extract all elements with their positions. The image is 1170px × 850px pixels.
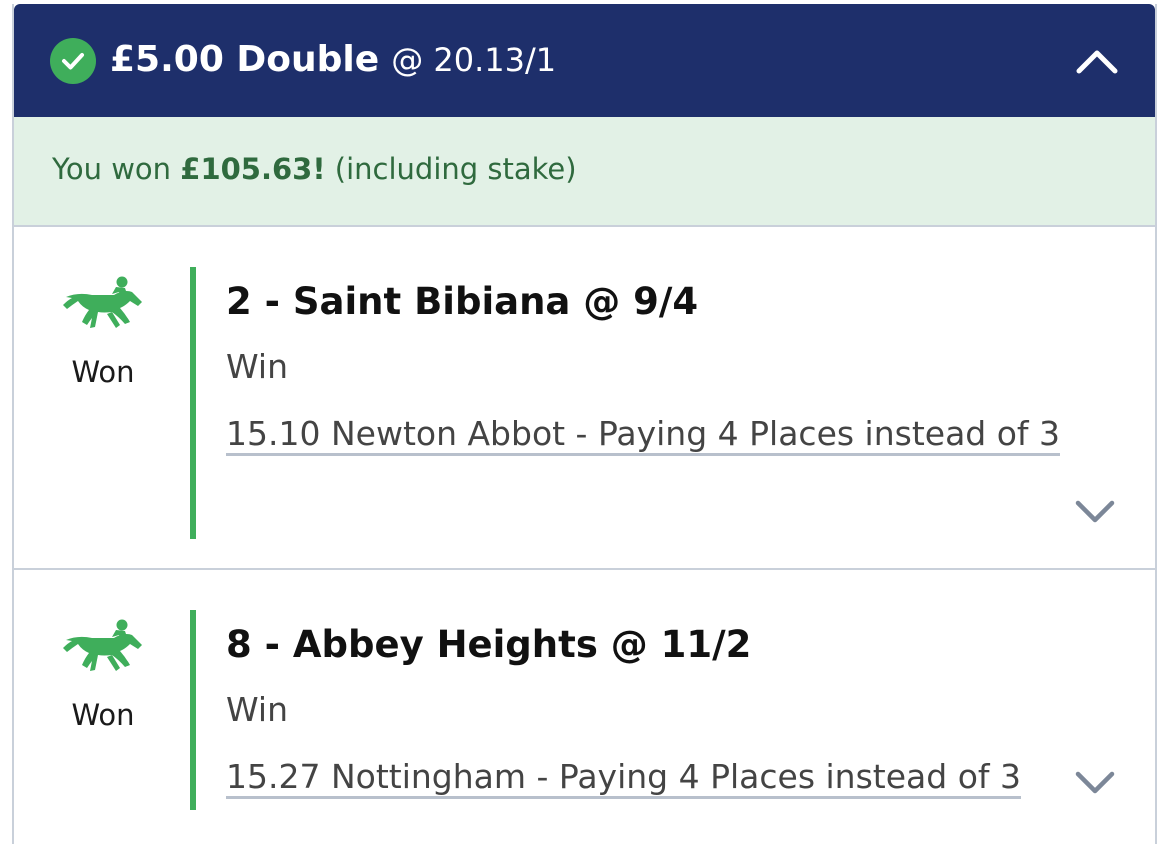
winnings-prefix: You won [52, 152, 172, 186]
event-text: 15.10 Newton Abbot - Paying 4 Places ins… [226, 414, 1061, 456]
market-name: Win [226, 347, 288, 386]
leg-accent-bar [190, 267, 196, 539]
leg-accent-bar [190, 610, 196, 810]
winnings-amount: £105.63! [180, 152, 326, 186]
chevron-down-icon[interactable] [1075, 770, 1115, 796]
winnings-text: You won £105.63! (including stake) [52, 152, 577, 186]
winnings-suffix: (including stake) [334, 152, 577, 186]
check-circle-icon [50, 38, 96, 84]
bet-stake-type: £5.00 Double [110, 39, 380, 80]
market-name: Win [226, 690, 288, 729]
event-link[interactable]: 15.10 Newton Abbot - Paying 4 Places ins… [226, 399, 1061, 469]
selection-title: 8 - Abbey Heights @ 11/2 [226, 623, 752, 666]
chevron-down-icon[interactable] [1075, 499, 1115, 525]
bet-card: £5.00 Double @ 20.13/1 You won £105.63! (… [12, 4, 1157, 850]
bet-odds: @ 20.13/1 [391, 41, 557, 79]
selection-leg: Won 2 - Saint Bibiana @ 9/4 Win 15.10 Ne… [14, 227, 1155, 570]
horse-racing-icon [63, 276, 142, 328]
winnings-banner: You won £105.63! (including stake) [14, 117, 1155, 227]
selection-title: 2 - Saint Bibiana @ 9/4 [226, 280, 699, 323]
leg-status: Won [71, 698, 135, 732]
horse-racing-icon [63, 619, 142, 671]
bet-header[interactable]: £5.00 Double @ 20.13/1 [14, 4, 1155, 117]
bet-summary: £5.00 Double @ 20.13/1 [110, 35, 556, 91]
selection-leg: Won 8 - Abbey Heights @ 11/2 Win 15.27 N… [14, 570, 1155, 850]
event-link[interactable]: 15.27 Nottingham - Paying 4 Places inste… [226, 742, 1061, 812]
chevron-up-icon[interactable] [1075, 46, 1119, 76]
event-text: 15.27 Nottingham - Paying 4 Places inste… [226, 757, 1021, 799]
leg-status: Won [71, 355, 135, 389]
